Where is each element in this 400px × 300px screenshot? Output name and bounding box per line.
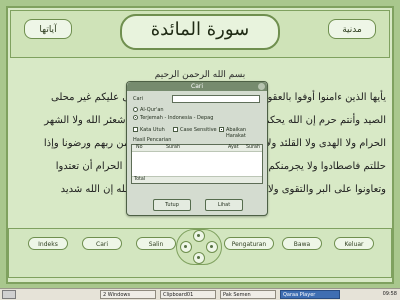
clock: 09:58 xyxy=(382,291,397,297)
radio-translation-label: Terjemah - Indonesia - Depag xyxy=(140,115,214,121)
results-label: Hasil Pencarian xyxy=(133,137,172,143)
results-table[interactable]: No Surah Ayat Surah Total xyxy=(131,144,263,184)
close-button[interactable]: Tutup xyxy=(153,199,191,211)
search-input[interactable] xyxy=(172,95,260,103)
close-icon[interactable] xyxy=(258,83,265,90)
taskbar-item[interactable]: 2 Windows xyxy=(100,290,156,299)
radio-quran-label: Al-Qur'an xyxy=(140,107,164,113)
taskbar-item[interactable]: Pak Semen xyxy=(220,290,276,299)
revelation-place-badge: مدنية xyxy=(328,19,376,39)
nav-left-button[interactable] xyxy=(180,241,192,253)
nav-right-button[interactable] xyxy=(206,241,218,253)
column-ayat: Ayat xyxy=(228,145,239,150)
dialog-title: Cari xyxy=(127,82,267,91)
index-button[interactable]: Indeks xyxy=(28,237,68,250)
radio-quran[interactable] xyxy=(133,107,138,112)
checkbox-ignore-harakat-label: Abaikan Harakat xyxy=(226,127,247,139)
settings-button[interactable]: Pengaturan xyxy=(224,237,274,250)
checkbox-ignore-harakat[interactable] xyxy=(219,127,224,132)
copy-button[interactable]: Salin xyxy=(136,237,176,250)
taskbar-item-active[interactable]: Qaraa Player xyxy=(280,290,340,299)
nav-down-button[interactable] xyxy=(193,252,205,264)
checkbox-whole-word[interactable] xyxy=(133,127,138,132)
search-button[interactable]: Cari xyxy=(82,237,122,250)
bring-button[interactable]: Bawa xyxy=(282,237,322,250)
bismillah: بسم الله الرحمن الرحيم xyxy=(154,70,246,80)
taskbar-item[interactable]: Clipboard01 xyxy=(160,290,216,299)
checkbox-case-sensitive[interactable] xyxy=(173,127,178,132)
column-no: No xyxy=(136,145,143,150)
results-header xyxy=(132,145,262,152)
nav-up-button[interactable] xyxy=(193,230,205,242)
ayah-count-badge: آياتها xyxy=(24,19,72,39)
view-button[interactable]: Lihat xyxy=(205,199,243,211)
search-dialog: Cari Cari Al-Qur'an Terjemah - Indonesia… xyxy=(126,81,268,216)
checkbox-case-sensitive-label: Case Sensitive xyxy=(180,127,217,133)
results-total-row: Total xyxy=(132,176,262,183)
checkbox-whole-word-label: Kata Utuh xyxy=(140,127,165,133)
start-button[interactable] xyxy=(2,290,16,299)
taskbar: 2 Windows Clipboard01 Pak Semen Qaraa Pl… xyxy=(0,288,400,300)
radio-translation[interactable] xyxy=(133,115,138,120)
column-surah: Surah xyxy=(166,145,181,150)
exit-button[interactable]: Keluar xyxy=(334,237,374,250)
surah-title: سورة المائدة xyxy=(150,19,250,40)
column-surah-2: Surah xyxy=(246,145,261,150)
total-label: Total xyxy=(134,177,146,182)
search-label: Cari xyxy=(133,96,143,102)
